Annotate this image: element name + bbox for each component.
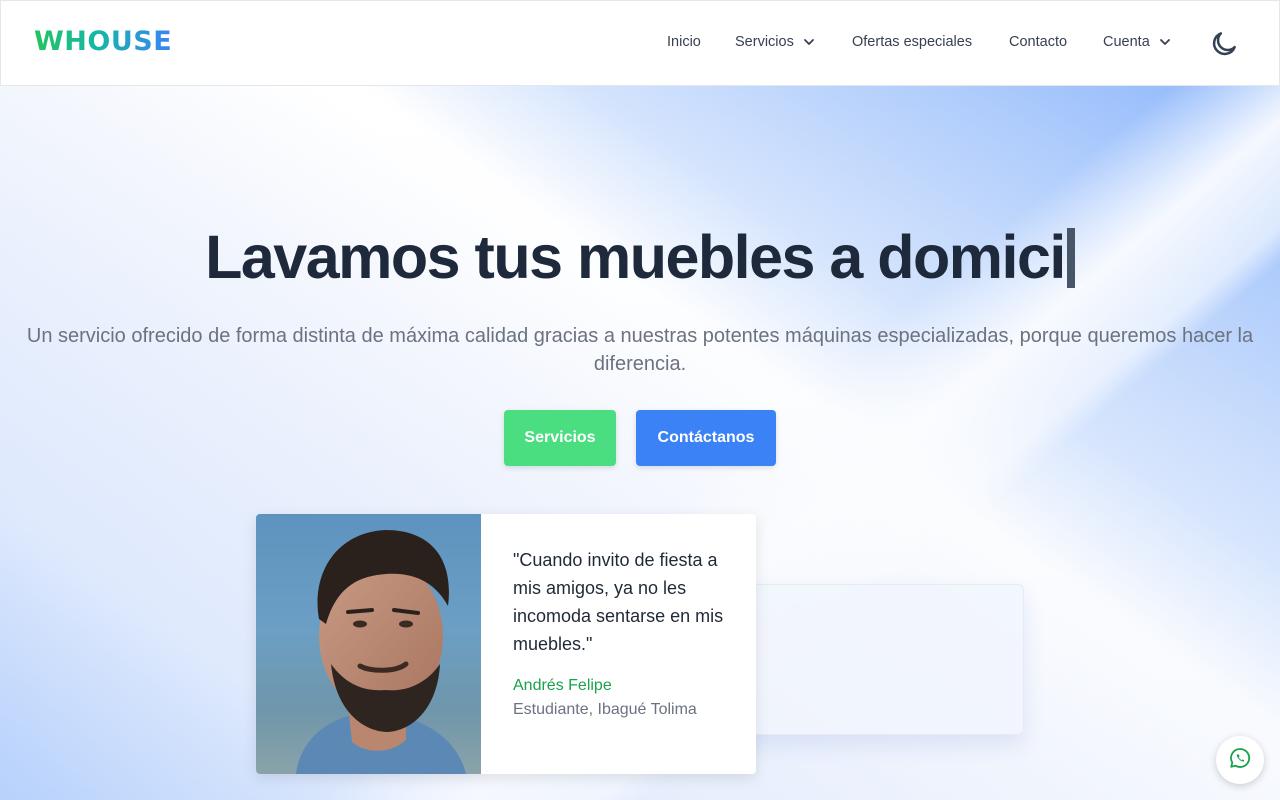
services-button[interactable]: Servicios xyxy=(504,410,616,466)
nav-item-servicios[interactable]: Servicios xyxy=(735,34,816,50)
contact-button[interactable]: Contáctanos xyxy=(636,410,776,466)
nav-item-ofertas[interactable]: Ofertas especiales xyxy=(852,34,972,50)
nav-item-label: Contacto xyxy=(1009,34,1068,50)
moon-icon[interactable] xyxy=(1209,29,1239,59)
nav-item-contacto[interactable]: Contacto xyxy=(1009,34,1067,50)
nav-item-label: Cuenta xyxy=(1103,34,1150,50)
nav-item-label: Servicios xyxy=(735,34,794,50)
chevron-down-icon xyxy=(802,35,816,49)
hero-subtitle: Un servicio ofrecido de forma distinta d… xyxy=(26,325,1254,375)
nav-item-label: Inicio xyxy=(667,34,701,50)
testimonial-photo xyxy=(256,514,481,774)
nav-item-label: Ofertas especiales xyxy=(852,34,973,50)
nav-item-inicio[interactable]: Inicio xyxy=(667,34,701,50)
main-nav: Inicio Servicios Ofertas especiales Cont… xyxy=(1,34,1279,54)
testimonial-card: "Cuando invito de fiesta a mis amigos, y… xyxy=(256,514,756,774)
testimonial-author: Andrés Felipe xyxy=(513,677,612,694)
top-navbar: WHOUSE Inicio Servicios Ofertas especial… xyxy=(0,0,1280,86)
typing-caret xyxy=(1066,228,1075,288)
chevron-down-icon xyxy=(1158,35,1172,49)
whatsapp-icon xyxy=(1228,746,1252,775)
nav-item-cuenta[interactable]: Cuenta xyxy=(1103,34,1172,50)
hero-title: Lavamos tus muebles a domici xyxy=(0,222,1280,292)
testimonial-quote: "Cuando invito de fiesta a mis amigos, y… xyxy=(513,550,724,654)
testimonial-role: Estudiante, Ibagué Tolima xyxy=(513,701,697,718)
whatsapp-button[interactable] xyxy=(1216,736,1264,784)
